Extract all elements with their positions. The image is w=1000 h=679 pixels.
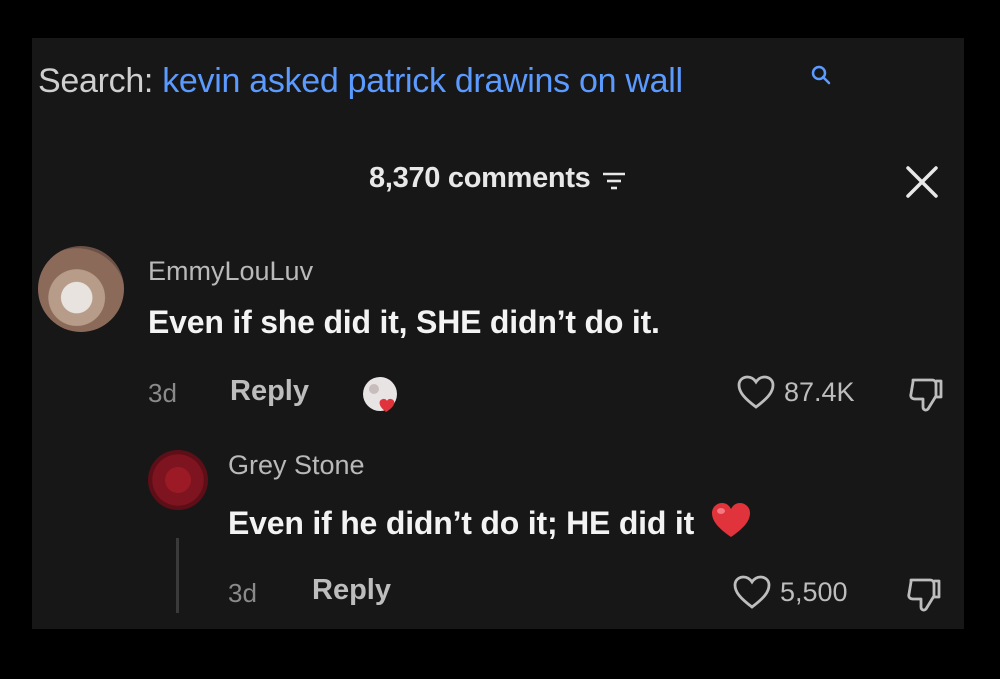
comment-time: 3d <box>228 578 257 608</box>
avatar[interactable] <box>148 450 208 510</box>
heart-outline-icon <box>733 575 771 609</box>
reply-button[interactable]: Reply <box>312 574 391 607</box>
comment-username[interactable]: EmmyLouLuv <box>148 256 313 287</box>
dislike-icon[interactable] <box>906 374 946 414</box>
reply-button[interactable]: Reply <box>230 375 309 408</box>
thread-line <box>176 538 179 613</box>
close-icon[interactable] <box>904 164 940 200</box>
heart-emoji-icon <box>711 503 750 537</box>
filter-icon[interactable] <box>601 170 627 192</box>
like-button[interactable]: 5,500 <box>732 574 848 610</box>
search-label: Search: <box>38 62 154 100</box>
search-bar[interactable]: Search: kevin asked patrick drawins on w… <box>38 62 683 101</box>
comment-text-body: Even if he didn’t do it; HE did it <box>228 505 695 541</box>
like-count: 87.4K <box>784 376 855 407</box>
comment-username[interactable]: Grey Stone <box>228 450 365 481</box>
comment-count: 8,370 comments <box>369 162 591 194</box>
avatar[interactable] <box>38 246 124 332</box>
heart-outline-icon <box>737 375 775 409</box>
creator-liked-icon <box>363 377 397 412</box>
comment-time: 3d <box>148 378 177 408</box>
comments-panel: Search: kevin asked patrick drawins on w… <box>32 38 964 629</box>
comment-text: Even if he didn’t do it; HE did it <box>228 500 753 542</box>
search-icon[interactable] <box>810 64 832 86</box>
comments-header: 8,370 comments <box>32 162 964 195</box>
dislike-icon[interactable] <box>904 574 944 614</box>
search-query[interactable]: kevin asked patrick drawins on wall <box>162 62 683 100</box>
comment-text: Even if she did it, SHE didn’t do it. <box>148 304 660 340</box>
like-button[interactable]: 87.4K <box>736 374 855 410</box>
like-count: 5,500 <box>780 576 848 607</box>
